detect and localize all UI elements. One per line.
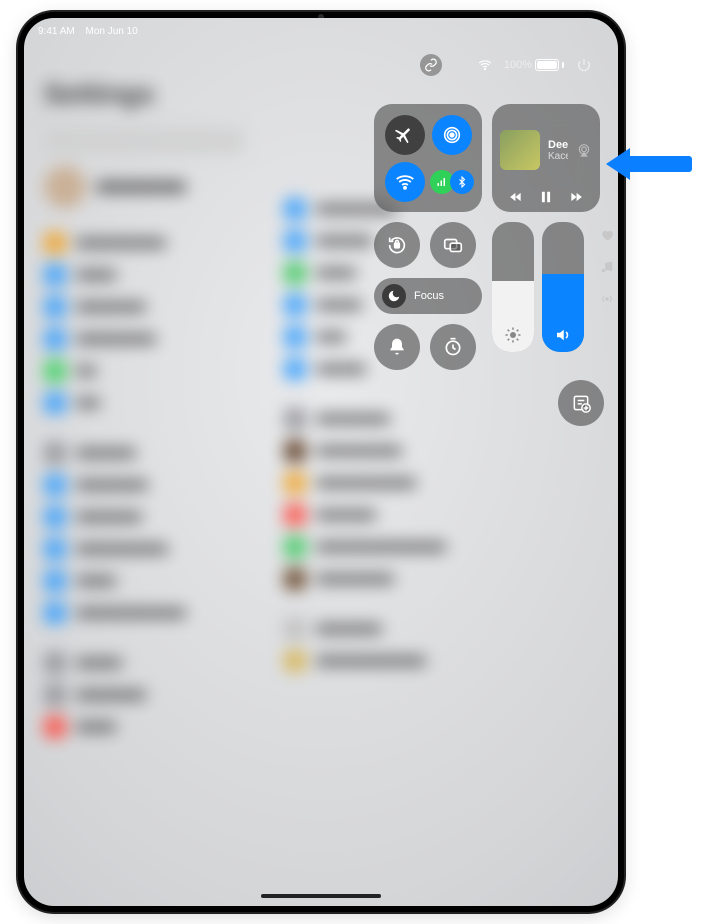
control-center-topbar: + 100% <box>374 54 592 76</box>
quick-note-button[interactable] <box>558 380 604 426</box>
wifi-button[interactable] <box>385 162 425 202</box>
screen: Settings 9:41 AM Mon Jun 10 + <box>24 18 618 906</box>
list-item <box>44 652 244 674</box>
battery-text: 100% <box>504 59 532 71</box>
connectivity-module[interactable] <box>374 104 482 212</box>
sun-icon <box>504 326 522 344</box>
list-item <box>44 392 244 414</box>
silent-mode-button[interactable] <box>374 324 420 370</box>
power-button[interactable] <box>576 57 592 73</box>
callout-arrow <box>606 148 692 180</box>
airplay-icon[interactable] <box>576 142 592 158</box>
list-item <box>44 442 244 464</box>
now-playing-module[interactable]: Deeper Well Kacey Musgrave <box>492 104 600 212</box>
list-item <box>284 440 584 462</box>
music-icon[interactable] <box>600 260 614 274</box>
play-pause-button[interactable] <box>539 190 553 204</box>
list-item <box>44 328 244 350</box>
volume-slider[interactable] <box>542 222 584 352</box>
status-date: Mon Jun 10 <box>85 26 137 37</box>
focus-label: Focus <box>414 290 444 302</box>
favorite-icon[interactable] <box>600 228 614 242</box>
moon-icon <box>382 284 406 308</box>
status-time: 9:41 AM <box>38 26 75 37</box>
list-item <box>44 602 244 624</box>
timer-button[interactable] <box>430 324 476 370</box>
brightness-slider[interactable] <box>492 222 534 352</box>
track-artist: Kacey Musgrave <box>548 151 568 162</box>
airplane-mode-button[interactable] <box>385 115 425 155</box>
previous-track-button[interactable] <box>508 190 524 204</box>
ipad-frame: Settings 9:41 AM Mon Jun 10 + <box>18 12 624 912</box>
list-item <box>44 296 244 318</box>
search-field-blurred <box>44 128 244 154</box>
list-item <box>284 650 584 672</box>
list-item <box>44 716 244 738</box>
list-item <box>284 568 584 590</box>
speaker-icon <box>554 326 572 344</box>
list-item <box>44 474 244 496</box>
orientation-lock-button[interactable] <box>374 222 420 268</box>
battery-indicator: 100% <box>504 59 564 71</box>
list-item <box>44 506 244 528</box>
next-track-button[interactable] <box>568 190 584 204</box>
linked-device-icon[interactable] <box>420 54 442 76</box>
control-center: Deeper Well Kacey Musgrave <box>374 104 604 426</box>
extra-controls-column <box>600 228 614 306</box>
list-item <box>284 504 584 526</box>
airdrop-button[interactable] <box>432 115 472 155</box>
list-item <box>44 570 244 592</box>
profile-row <box>44 166 244 208</box>
list-item <box>44 684 244 706</box>
screen-mirroring-button[interactable] <box>430 222 476 268</box>
list-item <box>44 232 244 254</box>
page-title: Settings <box>44 78 244 110</box>
album-art <box>500 130 540 170</box>
add-control-button[interactable]: + <box>374 55 385 76</box>
status-bar: 9:41 AM Mon Jun 10 <box>24 18 618 44</box>
list-item <box>284 618 584 640</box>
list-item <box>284 536 584 558</box>
focus-button[interactable]: Focus <box>374 278 482 314</box>
home-indicator[interactable] <box>261 894 381 898</box>
wifi-icon <box>478 58 492 72</box>
broadcast-icon[interactable] <box>600 292 614 306</box>
list-item <box>44 360 244 382</box>
list-item <box>284 472 584 494</box>
bluetooth-button[interactable] <box>450 170 474 194</box>
track-title: Deeper Well <box>548 139 568 151</box>
list-item <box>44 264 244 286</box>
list-item <box>44 538 244 560</box>
